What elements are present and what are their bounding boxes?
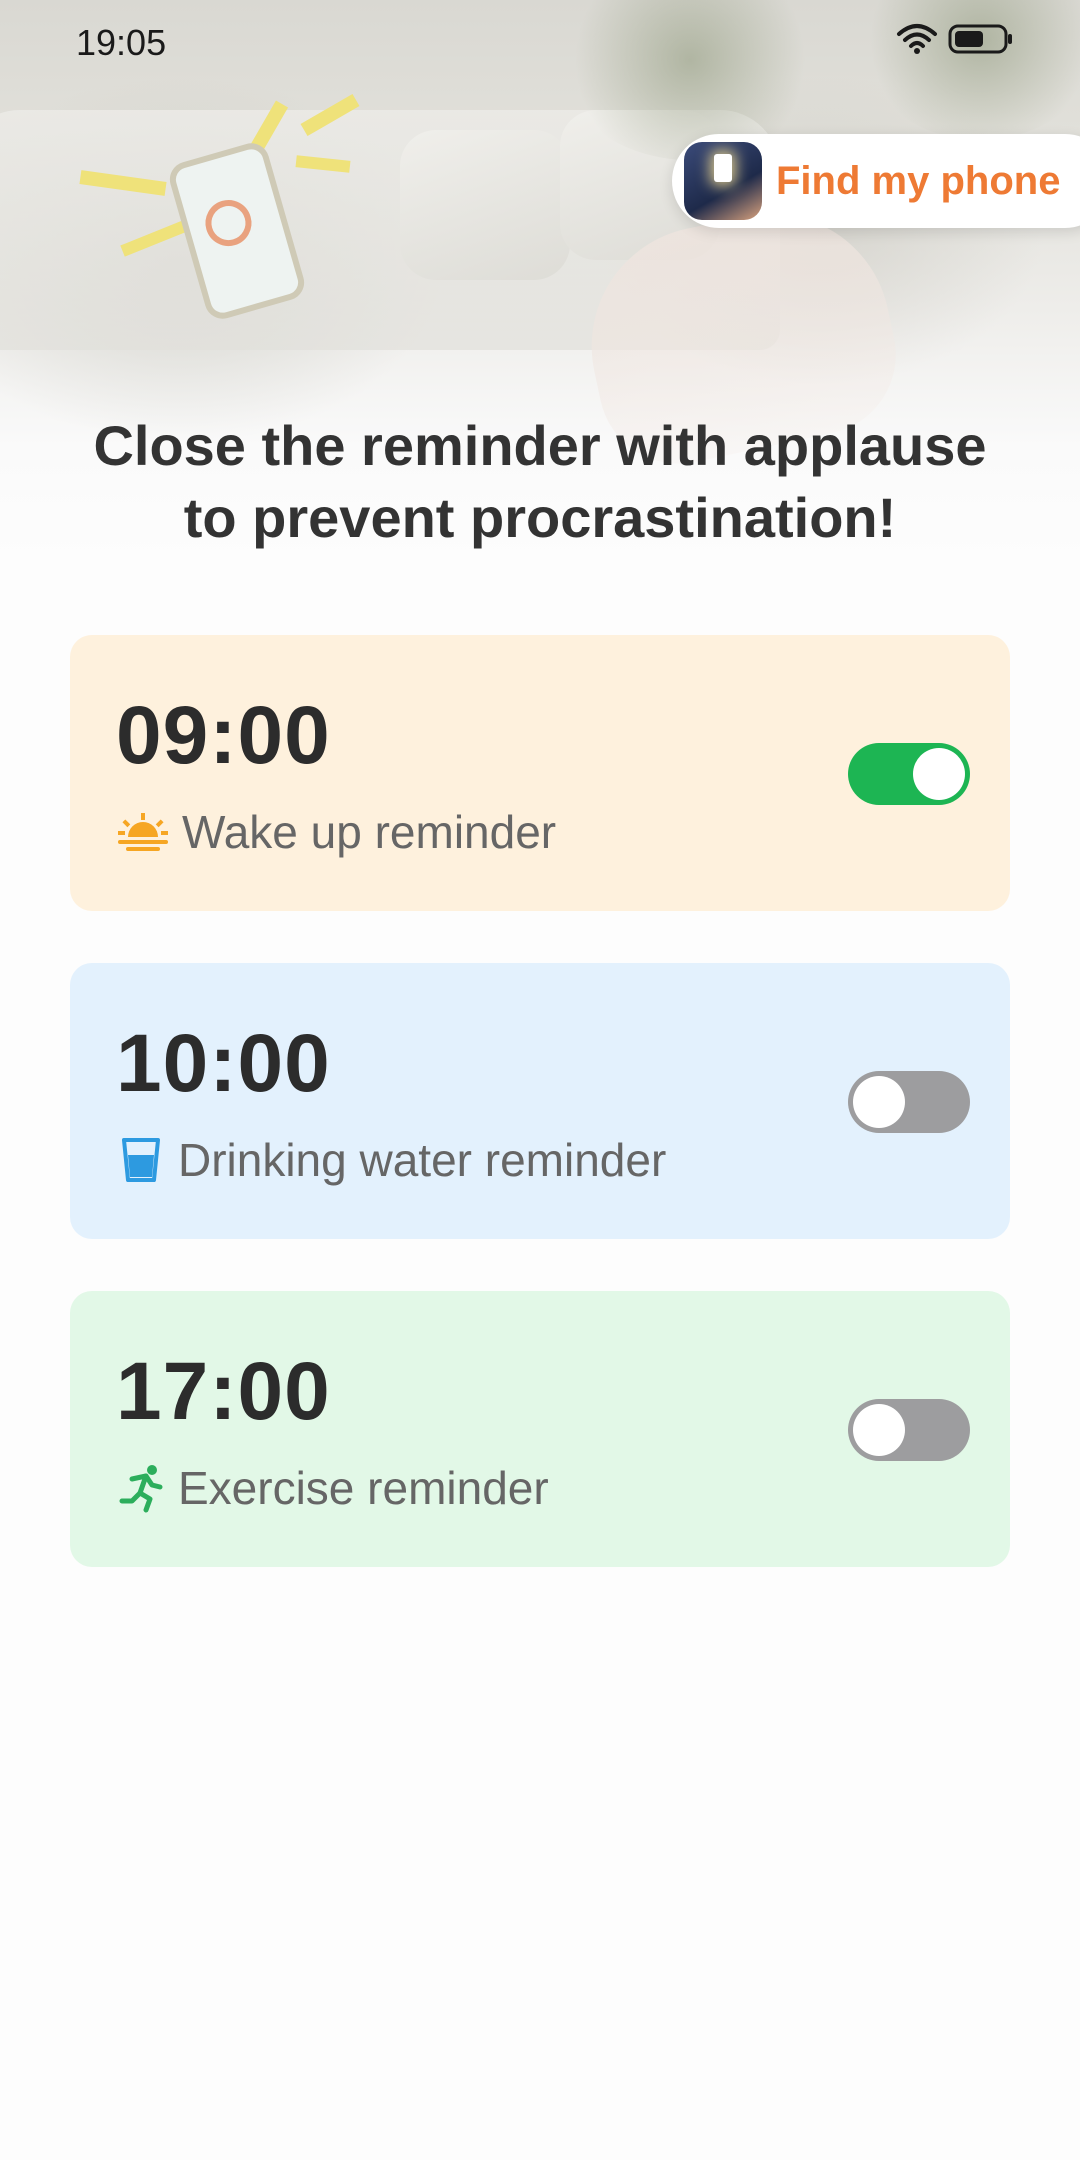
wifi-icon [897, 24, 937, 54]
toggle-knob [853, 1404, 905, 1456]
plant-illustration [860, 0, 1080, 140]
battery-icon [948, 24, 1012, 54]
reminder-card-wake-up[interactable]: 09:00 Wake up reminder [70, 635, 1010, 911]
reminder-toggle[interactable] [848, 1399, 970, 1461]
water-cup-icon [122, 1138, 160, 1182]
headline-line-2: to prevent procrastination! [183, 486, 897, 549]
reminder-time: 09:00 [116, 690, 331, 781]
reminder-time: 10:00 [116, 1018, 331, 1109]
toggle-knob [853, 1076, 905, 1128]
status-bar-icons [896, 22, 1014, 56]
headline-line-1: Close the reminder with applause [93, 414, 987, 477]
reminder-card-drinking-water[interactable]: 10:00 Drinking water reminder [70, 963, 1010, 1239]
find-my-phone-button[interactable]: Find my phone [672, 134, 1080, 228]
reminder-time: 17:00 [116, 1346, 331, 1437]
reminder-label-row: Exercise reminder [116, 1461, 549, 1515]
toggle-knob [913, 748, 965, 800]
reminder-label: Drinking water reminder [178, 1134, 667, 1186]
reminder-label-row: Wake up reminder [116, 805, 556, 859]
reminder-card-exercise[interactable]: 17:00 Exercise reminder [70, 1291, 1010, 1567]
status-bar-time: 19:05 [76, 22, 167, 63]
reminder-label-row: Drinking water reminder [116, 1133, 666, 1187]
page-headline: Close the reminder with applause to prev… [0, 410, 1080, 554]
reminder-toggle[interactable] [848, 1071, 970, 1133]
find-my-phone-label: Find my phone [776, 158, 1061, 203]
reminder-label: Exercise reminder [178, 1462, 549, 1514]
reminder-toggle[interactable] [848, 743, 970, 805]
cushion-illustration [400, 130, 570, 280]
sunrise-icon [118, 813, 168, 851]
reminder-label: Wake up reminder [182, 806, 557, 858]
running-icon [119, 1465, 163, 1513]
alarm-clock-icon [200, 194, 257, 252]
find-my-phone-thumbnail [684, 142, 762, 220]
